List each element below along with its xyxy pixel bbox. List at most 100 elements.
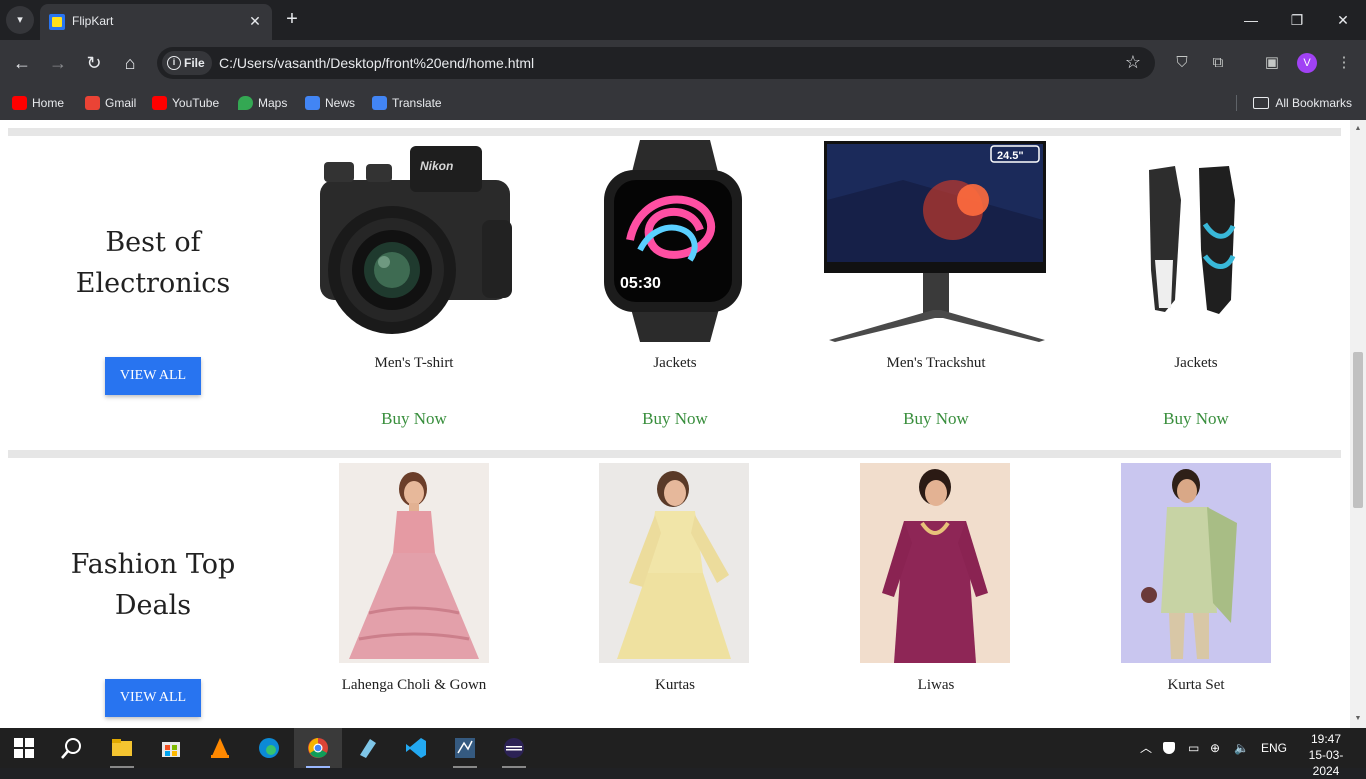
- site-info-chip[interactable]: i File: [162, 51, 212, 75]
- bookmark-youtube[interactable]: YouTube: [152, 93, 219, 113]
- section-divider: [8, 128, 1341, 136]
- product-image-kurta[interactable]: [599, 463, 749, 663]
- taskbar-vlc[interactable]: [196, 728, 244, 768]
- page-viewport: Best of Electronics VIEW ALL Nikon 05:30: [0, 120, 1366, 728]
- browser-toolbar: ← → ↻ ⌂ i File C:/Users/vasanth/Desktop/…: [0, 40, 1366, 86]
- restore-icon[interactable]: ❐: [1274, 6, 1320, 34]
- buy-now-link[interactable]: Buy Now: [1086, 409, 1306, 429]
- product-name[interactable]: Jackets: [565, 355, 785, 372]
- product-name[interactable]: Kurta Set: [1086, 677, 1306, 694]
- maps-icon: [238, 96, 253, 110]
- taskbar-notepad[interactable]: [343, 728, 391, 768]
- bookmark-translate[interactable]: Translate: [372, 93, 442, 113]
- view-all-fashion-button[interactable]: VIEW ALL: [105, 679, 201, 717]
- buy-now-link[interactable]: Buy Now: [304, 409, 524, 429]
- product-image-kurta-set[interactable]: [1121, 463, 1271, 663]
- volume-icon[interactable]: 🔈: [1234, 728, 1249, 768]
- start-button[interactable]: [0, 728, 48, 768]
- search-button[interactable]: [48, 728, 96, 768]
- side-panel-icon[interactable]: ▣: [1261, 52, 1283, 74]
- url-text[interactable]: C:/Users/vasanth/Desktop/front%20end/hom…: [219, 55, 534, 71]
- new-tab-icon[interactable]: +: [280, 8, 304, 32]
- language-indicator[interactable]: ENG: [1261, 728, 1287, 768]
- bookmark-gmail[interactable]: Gmail: [85, 93, 136, 113]
- tab-close-icon[interactable]: ✕: [246, 12, 264, 30]
- product-name[interactable]: Liwas: [826, 677, 1046, 694]
- product-name[interactable]: Lahenga Choli & Gown: [304, 677, 524, 694]
- taskbar-edge[interactable]: [245, 728, 293, 768]
- page-scrollbar[interactable]: ▲ ▼: [1350, 120, 1366, 728]
- bookmark-news[interactable]: News: [305, 93, 355, 113]
- chip-label: File: [184, 56, 205, 70]
- scroll-down-icon[interactable]: ▼: [1353, 714, 1363, 724]
- title-line: Deals: [114, 590, 192, 621]
- product-image-lehenga[interactable]: [339, 463, 489, 663]
- tray-overflow-icon[interactable]: ︿: [1140, 728, 1152, 768]
- product-name[interactable]: Men's Trackshut: [826, 355, 1046, 372]
- vscode-icon: [406, 738, 426, 758]
- product-name[interactable]: Kurtas: [565, 677, 785, 694]
- translate-icon: [372, 96, 387, 110]
- all-bookmarks-label: All Bookmarks: [1275, 96, 1352, 110]
- view-all-electronics-button[interactable]: VIEW ALL: [105, 357, 201, 395]
- folder-icon: [1253, 97, 1270, 109]
- tab-strip: ▾ FlipKart ✕ + — ❐ ✕: [0, 0, 1366, 40]
- product-image-smartwatch[interactable]: 05:30: [600, 140, 750, 342]
- product-name[interactable]: Jackets: [1086, 355, 1306, 372]
- all-bookmarks-button[interactable]: All Bookmarks: [1251, 93, 1352, 113]
- taskbar-clock[interactable]: 19:47 15-03-2024: [1296, 731, 1356, 779]
- taskbar-chrome[interactable]: [294, 728, 342, 768]
- taskbar-vscode[interactable]: [392, 728, 440, 768]
- youtube-icon: [152, 96, 167, 110]
- address-bar[interactable]: i File C:/Users/vasanth/Desktop/front%20…: [157, 47, 1155, 79]
- buy-now-link[interactable]: Buy Now: [826, 409, 1046, 429]
- scroll-up-icon[interactable]: ▲: [1353, 124, 1363, 134]
- title-line: Best of: [105, 227, 201, 258]
- bookmark-home[interactable]: Home: [12, 93, 64, 113]
- menu-icon[interactable]: ⋮: [1333, 52, 1355, 74]
- product-name[interactable]: Men's T-shirt: [304, 355, 524, 372]
- youtube-icon: [12, 96, 27, 110]
- product-image-monitor[interactable]: 24.5": [823, 140, 1049, 342]
- windows-taskbar: ︿ ▭ ⊕ 🔈 ENG 19:47 15-03-2024: [0, 728, 1366, 778]
- flipkart-favicon-icon: [49, 14, 65, 30]
- section-title-electronics: Best of Electronics: [32, 222, 274, 304]
- bookmark-label: Gmail: [105, 96, 137, 110]
- bookmark-label: Home: [32, 96, 65, 110]
- product-image-liwas[interactable]: [860, 463, 1010, 663]
- buy-now-link[interactable]: Buy Now: [565, 409, 785, 429]
- bookmarks-bar: Home Gmail YouTube Maps News Translate A…: [0, 86, 1366, 120]
- profile-avatar[interactable]: V: [1297, 53, 1317, 73]
- product-image-camera[interactable]: Nikon: [310, 140, 516, 342]
- shield-extension-icon[interactable]: ⛉: [1171, 52, 1193, 74]
- minimize-icon[interactable]: —: [1228, 6, 1274, 34]
- product-image-trimmer[interactable]: [1135, 160, 1255, 320]
- battery-icon[interactable]: ▭: [1188, 728, 1199, 768]
- security-tray-icon[interactable]: [1163, 728, 1179, 768]
- taskbar-store[interactable]: [147, 728, 195, 768]
- folder-icon: [112, 739, 132, 756]
- news-icon: [305, 96, 320, 110]
- network-icon[interactable]: ⊕: [1210, 728, 1220, 768]
- mysql-workbench-icon: [455, 738, 475, 758]
- bookmarks-divider: [1236, 95, 1237, 111]
- windows-logo-icon: [14, 738, 34, 758]
- forward-icon[interactable]: →: [44, 49, 72, 77]
- bookmark-star-icon[interactable]: ☆: [1125, 52, 1141, 73]
- bookmark-maps[interactable]: Maps: [238, 93, 287, 113]
- taskbar-mysql[interactable]: [441, 728, 489, 768]
- taskbar-eclipse[interactable]: [490, 728, 538, 768]
- taskbar-file-explorer[interactable]: [98, 728, 146, 768]
- window-close-icon[interactable]: ✕: [1320, 6, 1366, 34]
- browser-tab[interactable]: FlipKart ✕: [40, 4, 272, 40]
- home-icon[interactable]: ⌂: [116, 49, 144, 77]
- reload-icon[interactable]: ↻: [80, 49, 108, 77]
- bookmark-label: Maps: [258, 96, 288, 110]
- extensions-icon[interactable]: ⧉: [1207, 52, 1229, 74]
- search-icon: [61, 738, 81, 759]
- clock-time: 19:47: [1310, 732, 1342, 746]
- scroll-thumb[interactable]: [1353, 352, 1363, 508]
- back-icon[interactable]: ←: [8, 49, 36, 77]
- section-title-fashion: Fashion Top Deals: [32, 544, 274, 626]
- tab-search-icon[interactable]: ▾: [6, 6, 34, 34]
